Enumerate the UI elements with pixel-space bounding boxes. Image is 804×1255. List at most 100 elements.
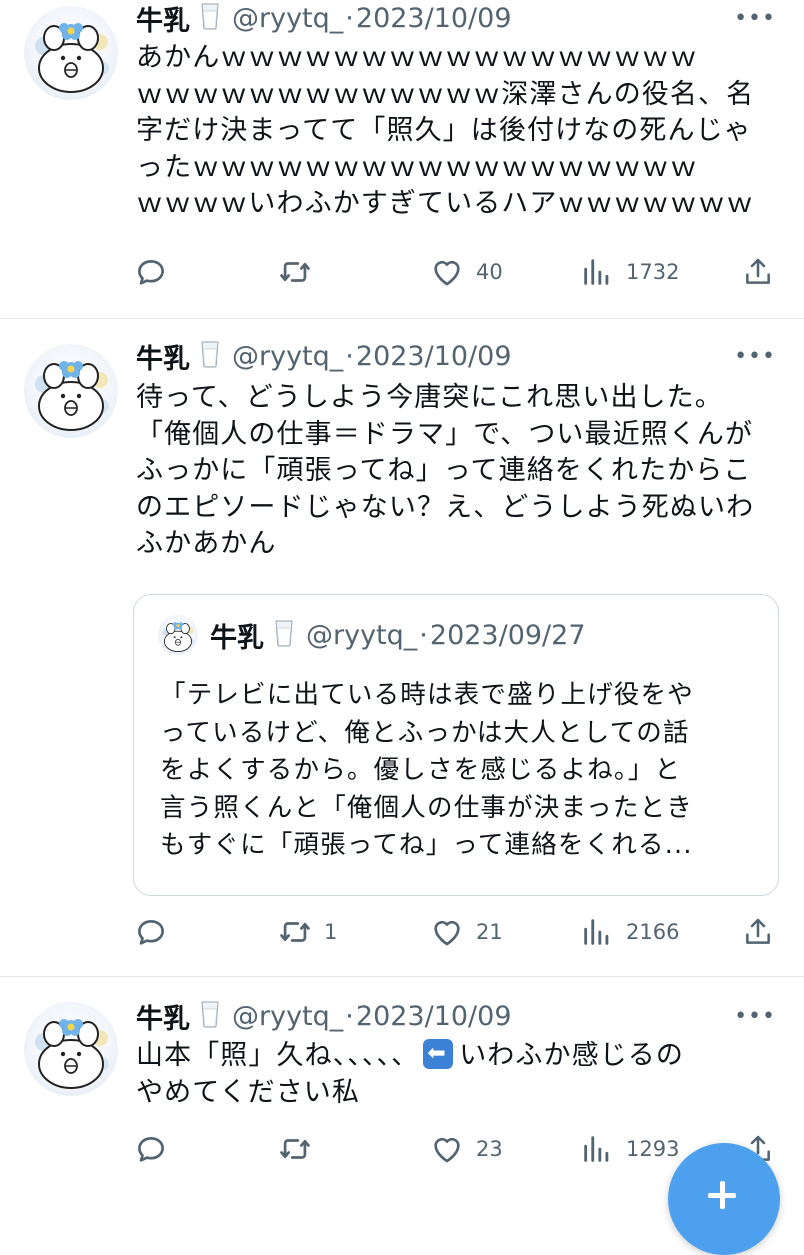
user-handle[interactable]: @ryytq_ [232, 341, 343, 372]
retweet-count: 1 [324, 920, 338, 944]
tweet-text-line: ふかあかん [136, 528, 277, 559]
avatar[interactable] [24, 1002, 118, 1096]
share-button[interactable] [742, 252, 774, 292]
view-count: 1732 [626, 260, 680, 284]
tweet-header: 牛乳 @ryytq_ · 2023/10/09 [136, 996, 512, 1036]
reply-button[interactable] [134, 1129, 168, 1169]
heart-icon [430, 255, 464, 289]
tweet-header: 牛乳 @ryytq_ · 2023/10/09 [136, 336, 512, 376]
views-button[interactable]: 2166 [580, 912, 679, 952]
reply-icon [134, 255, 168, 289]
share-button[interactable] [742, 912, 774, 952]
more-icon[interactable]: ••• [734, 0, 776, 38]
like-button[interactable]: 23 [430, 1129, 503, 1169]
view-count: 2166 [626, 920, 680, 944]
user-handle[interactable]: @ryytq_ [232, 1001, 343, 1032]
tweet-text-line: ふっかに「頑張ってね」って連絡をくれたからこ [136, 455, 752, 486]
retweet-button[interactable]: 1 [278, 912, 337, 952]
reply-button[interactable] [134, 912, 168, 952]
separator-dot: · [345, 340, 354, 372]
quoted-text-line: をよくするから。優しさを感じるよね。」と [160, 755, 682, 785]
reply-icon [134, 915, 168, 949]
quoted-tweet-date: 2023/09/27 [429, 619, 586, 651]
milk-glass-icon [272, 619, 296, 651]
avatar-image-icon [24, 6, 118, 100]
tweet-text-line: ｗｗｗｗｗｗｗｗｗｗｗｗｗ深澤さんの役名、名 [136, 78, 755, 110]
tweet-text-segment: 山本「照」久ね、、、、、 [136, 1040, 420, 1071]
quoted-tweet-card[interactable]: 牛乳 @ryytq_ · 2023/09/27 「テレビに出ている時は表で盛り上… [133, 594, 779, 896]
tweet-text-segment: いわふか感じるの [459, 1040, 685, 1071]
tweet-text-line: 「俺個人の仕事＝ドラマ」で、つい最近照くんが [136, 418, 754, 450]
quoted-tweet-text: 「テレビに出ている時は表で盛り上げ役をや っているけど、俺とふっかは大人としての… [160, 677, 760, 865]
quoted-avatar [158, 615, 198, 655]
like-count: 21 [476, 920, 503, 944]
tweet[interactable]: 牛乳 @ryytq_ · 2023/10/09 ••• 待って、どうしよう今唐突… [0, 319, 804, 976]
display-name[interactable]: 牛乳 [136, 0, 190, 38]
retweet-button[interactable] [278, 1129, 312, 1169]
avatar-image-icon [24, 344, 118, 438]
reply-button[interactable] [134, 252, 168, 292]
retweet-icon [278, 255, 312, 289]
views-icon [580, 915, 614, 949]
like-button[interactable]: 21 [430, 912, 503, 952]
retweet-button[interactable] [278, 252, 312, 292]
like-button[interactable]: 40 [430, 252, 503, 292]
views-icon [580, 255, 614, 289]
milk-glass-icon [198, 340, 222, 372]
quoted-text-line: 「テレビに出ている時は表で盛り上げ役をや [160, 680, 695, 710]
like-count: 23 [476, 1137, 503, 1161]
avatar-image-icon [24, 1002, 118, 1096]
tweet-text-line: やめてください私 [136, 1076, 360, 1108]
avatar-image-icon [158, 615, 198, 655]
tweet-text-line: あかんｗｗｗｗｗｗｗｗｗｗｗｗｗｗｗｗｗ [136, 42, 698, 73]
tweet-text-line: ったｗｗｗｗｗｗｗｗｗｗｗｗｗｗｗｗｗｗ [136, 151, 698, 183]
separator-dot: · [345, 2, 354, 34]
tweet-actions: 23 1293 [134, 1129, 774, 1169]
tweet-date[interactable]: 2023/10/09 [356, 3, 512, 34]
tweet-date[interactable]: 2023/10/09 [356, 1001, 512, 1032]
tweet-actions: 40 1732 [134, 252, 774, 292]
left-arrow-emoji-icon [423, 1039, 454, 1069]
tweet-date[interactable]: 2023/10/09 [356, 341, 512, 372]
tweet-text-line: 山本「照」久ね、、、、、 いわふか感じるの [136, 1038, 776, 1075]
avatar[interactable] [24, 6, 118, 100]
more-icon[interactable]: ••• [734, 996, 776, 1036]
tweet-text-line: 待って、どうしよう今唐突にこれ思い出した。 [136, 382, 723, 413]
retweet-icon [278, 915, 312, 949]
views-button[interactable]: 1732 [580, 252, 679, 292]
tweet-text: 待って、どうしよう今唐突にこれ思い出した。 「俺個人の仕事＝ドラマ」で、つい最近… [136, 380, 776, 563]
tweet-text: 山本「照」久ね、、、、、 いわふか感じるの やめてください私 [136, 1038, 776, 1111]
quoted-display-name: 牛乳 [210, 622, 264, 654]
tweet-text-line: ｗｗｗｗいわふかすぎているハアｗｗｗｗｗｗｗ [136, 188, 755, 219]
share-icon [742, 256, 774, 288]
reply-icon [134, 1132, 168, 1166]
quoted-tweet-header: 牛乳 @ryytq_ · 2023/09/27 [158, 615, 586, 655]
views-button[interactable]: 1293 [580, 1129, 679, 1169]
view-count: 1293 [626, 1137, 680, 1161]
separator-dot: · [345, 1000, 354, 1032]
display-name[interactable]: 牛乳 [136, 337, 190, 376]
tweet-text-line: のエピソードじゃない？え、どうしよう死ぬいわ [136, 491, 755, 523]
tweet[interactable]: 牛乳 @ryytq_ · 2023/10/09 ••• あかんｗｗｗｗｗｗｗｗｗ… [0, 0, 804, 318]
quoted-text-line: っているけど、俺とふっかは大人としての話 [160, 717, 690, 748]
quoted-text-line: 言う照くんと「俺個人の仕事が決まったとき [160, 792, 693, 823]
avatar[interactable] [24, 344, 118, 438]
views-icon [580, 1132, 614, 1166]
heart-icon [430, 1132, 464, 1166]
quoted-user-handle: @ryytq_ [306, 619, 418, 651]
display-name[interactable]: 牛乳 [136, 997, 190, 1036]
compose-button[interactable] [668, 1143, 780, 1255]
retweet-icon [278, 1132, 312, 1166]
user-handle[interactable]: @ryytq_ [232, 3, 343, 34]
like-count: 40 [476, 260, 503, 284]
tweet-text-line: 字だけ決まってて「照久」は後付けなの死んじゃ [136, 115, 752, 146]
share-icon [742, 916, 774, 948]
compose-plus-icon [708, 1181, 736, 1209]
heart-icon [430, 915, 464, 949]
tweet-actions: 1 21 2166 [134, 912, 774, 952]
milk-glass-icon [198, 2, 222, 34]
more-icon[interactable]: ••• [734, 336, 776, 376]
milk-glass-icon [198, 1000, 222, 1032]
separator-dot: · [419, 619, 428, 651]
tweet-text: あかんｗｗｗｗｗｗｗｗｗｗｗｗｗｗｗｗｗ ｗｗｗｗｗｗｗｗｗｗｗｗｗ深澤さんの役… [136, 40, 776, 223]
